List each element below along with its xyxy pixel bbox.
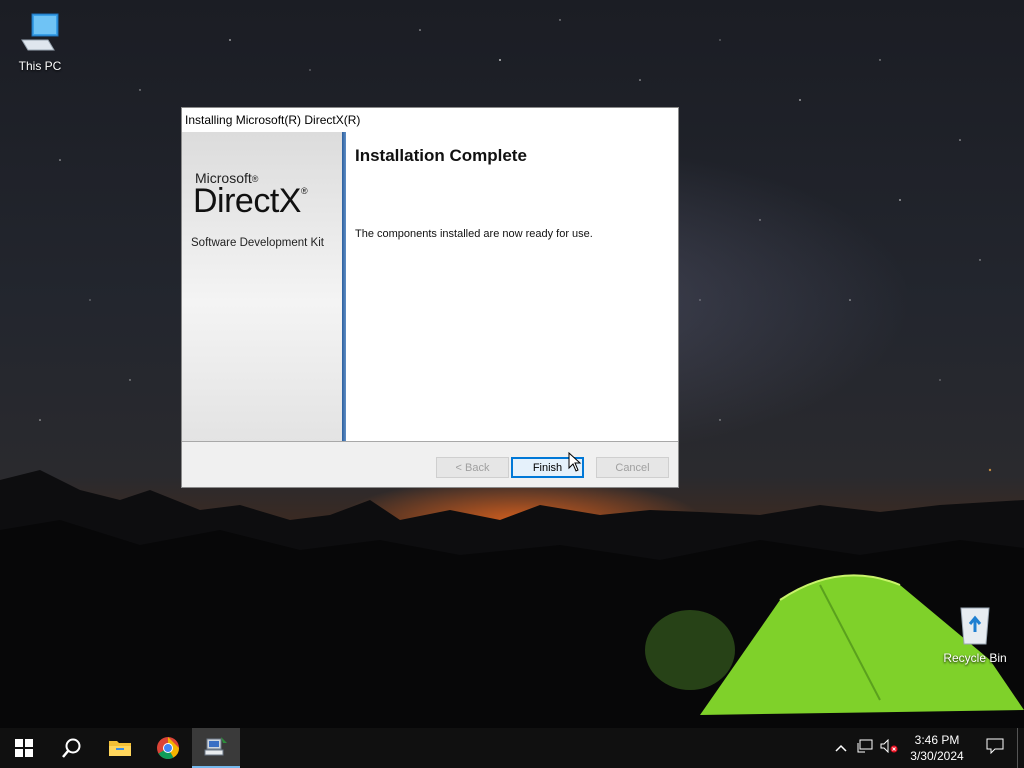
clock-date: 3/30/2024: [910, 749, 964, 763]
cancel-button[interactable]: Cancel: [596, 457, 669, 478]
directx-setup-icon: [204, 737, 227, 756]
dialog-title: Installing Microsoft(R) DirectX(R): [185, 113, 361, 127]
dialog-separator: [182, 441, 678, 442]
clock[interactable]: 3:46 PM 3/30/2024: [901, 732, 973, 764]
dialog-message: The components installed are now ready f…: [355, 228, 593, 240]
desktop-icon-recycle-bin[interactable]: Recycle Bin: [935, 602, 1015, 665]
taskbar-directx-setup[interactable]: [192, 728, 240, 768]
network-button[interactable]: [853, 739, 877, 758]
taskbar: 3:46 PM 3/30/2024: [0, 728, 1024, 768]
show-hidden-icons-button[interactable]: [829, 739, 853, 757]
start-button[interactable]: [0, 728, 48, 768]
desktop-icon-this-pc[interactable]: This PC: [0, 10, 80, 73]
recycle-bin-icon: [960, 607, 990, 645]
brand-subtitle: Software Development Kit: [191, 237, 324, 249]
clock-time: 3:46 PM: [914, 733, 960, 747]
back-button[interactable]: < Back: [436, 457, 509, 478]
notification-icon: [986, 738, 1004, 754]
dialog-heading: Installation Complete: [355, 146, 527, 165]
brand-directx: DirectX®: [193, 182, 308, 220]
dialog-content: Installation Complete The components ins…: [346, 132, 678, 442]
search-button[interactable]: [48, 728, 96, 768]
volume-muted-icon: [880, 738, 898, 753]
show-desktop-button[interactable]: [1017, 728, 1024, 768]
system-tray: 3:46 PM 3/30/2024: [829, 728, 1024, 768]
directx-installer-dialog: Installing Microsoft(R) DirectX(R) Micro…: [181, 107, 679, 488]
windows-start-icon: [15, 739, 33, 757]
mouse-cursor-icon: [568, 452, 582, 472]
computer-icon: [21, 13, 59, 51]
dialog-brand-panel: Microsoft® DirectX® Software Development…: [182, 132, 346, 442]
taskbar-chrome[interactable]: [144, 728, 192, 768]
action-center-button[interactable]: [973, 738, 1017, 759]
desktop-icon-label: This PC: [18, 59, 62, 73]
desktop-icon-label: Recycle Bin: [943, 651, 1007, 665]
search-icon: [62, 738, 81, 758]
volume-button[interactable]: [877, 738, 901, 758]
chrome-icon: [157, 737, 179, 759]
chevron-up-icon: [835, 744, 847, 752]
network-icon: [857, 739, 873, 752]
file-explorer-icon: [109, 741, 131, 756]
taskbar-file-explorer[interactable]: [96, 728, 144, 768]
dialog-titlebar[interactable]: Installing Microsoft(R) DirectX(R): [182, 108, 678, 132]
